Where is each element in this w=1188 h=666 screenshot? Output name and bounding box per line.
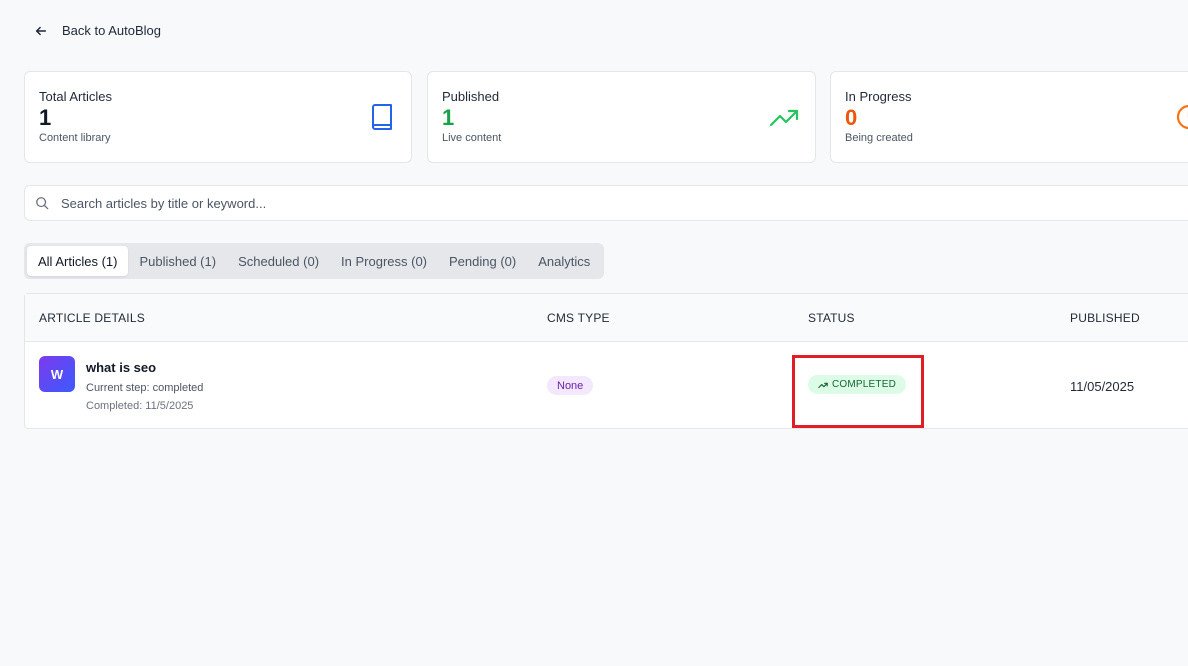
clock-icon <box>1176 104 1188 130</box>
tab-in-progress[interactable]: In Progress (0) <box>330 246 438 276</box>
trending-up-icon <box>769 109 799 127</box>
column-header-published: PUBLISHED <box>1070 311 1140 325</box>
back-link-label: Back to AutoBlog <box>62 23 162 38</box>
arrow-left-icon <box>35 26 47 35</box>
tab-all-articles[interactable]: All Articles (1) <box>27 246 129 276</box>
stat-sub: Content library <box>39 132 111 144</box>
search-bar <box>24 185 1188 221</box>
highlight-box <box>792 355 924 428</box>
articles-table: ARTICLE DETAILS CMS TYPE STATUS PUBLISHE… <box>24 293 1188 429</box>
table-row[interactable]: W what is seo Current step: completed Co… <box>25 342 1188 428</box>
stat-label: Published <box>442 89 500 104</box>
column-header-cms-type: CMS TYPE <box>547 311 610 325</box>
avatar: W <box>39 356 75 392</box>
article-completed-date: Completed: 11/5/2025 <box>86 400 194 412</box>
article-step: Current step: completed <box>86 382 204 394</box>
article-title[interactable]: what is seo <box>86 360 156 375</box>
stat-value: 1 <box>442 105 455 130</box>
stat-sub: Live content <box>442 132 502 144</box>
column-header-article-details: ARTICLE DETAILS <box>39 311 145 325</box>
published-date: 11/05/2025 <box>1070 379 1135 394</box>
search-input[interactable] <box>61 195 961 211</box>
stat-card-total: Total Articles 1 Content library <box>24 71 412 163</box>
stat-value: 0 <box>845 105 858 130</box>
book-icon <box>372 104 392 130</box>
column-header-status: STATUS <box>808 311 855 325</box>
tab-pending[interactable]: Pending (0) <box>438 246 527 276</box>
stat-label: In Progress <box>845 89 912 104</box>
tab-published[interactable]: Published (1) <box>128 246 227 276</box>
stat-sub: Being created <box>845 132 913 144</box>
search-icon <box>36 197 49 210</box>
tab-analytics[interactable]: Analytics <box>527 246 601 276</box>
tab-bar: All Articles (1) Published (1) Scheduled… <box>24 243 605 279</box>
stat-value: 1 <box>39 105 52 130</box>
stat-label: Total Articles <box>39 89 112 104</box>
table-header: ARTICLE DETAILS CMS TYPE STATUS PUBLISHE… <box>25 294 1188 342</box>
tab-scheduled[interactable]: Scheduled (0) <box>227 246 330 276</box>
cms-badge: None <box>547 376 594 395</box>
stat-card-published: Published 1 Live content <box>427 71 816 163</box>
back-link[interactable]: Back to AutoBlog <box>34 23 161 38</box>
stat-card-in-progress: In Progress 0 Being created <box>830 71 1188 163</box>
